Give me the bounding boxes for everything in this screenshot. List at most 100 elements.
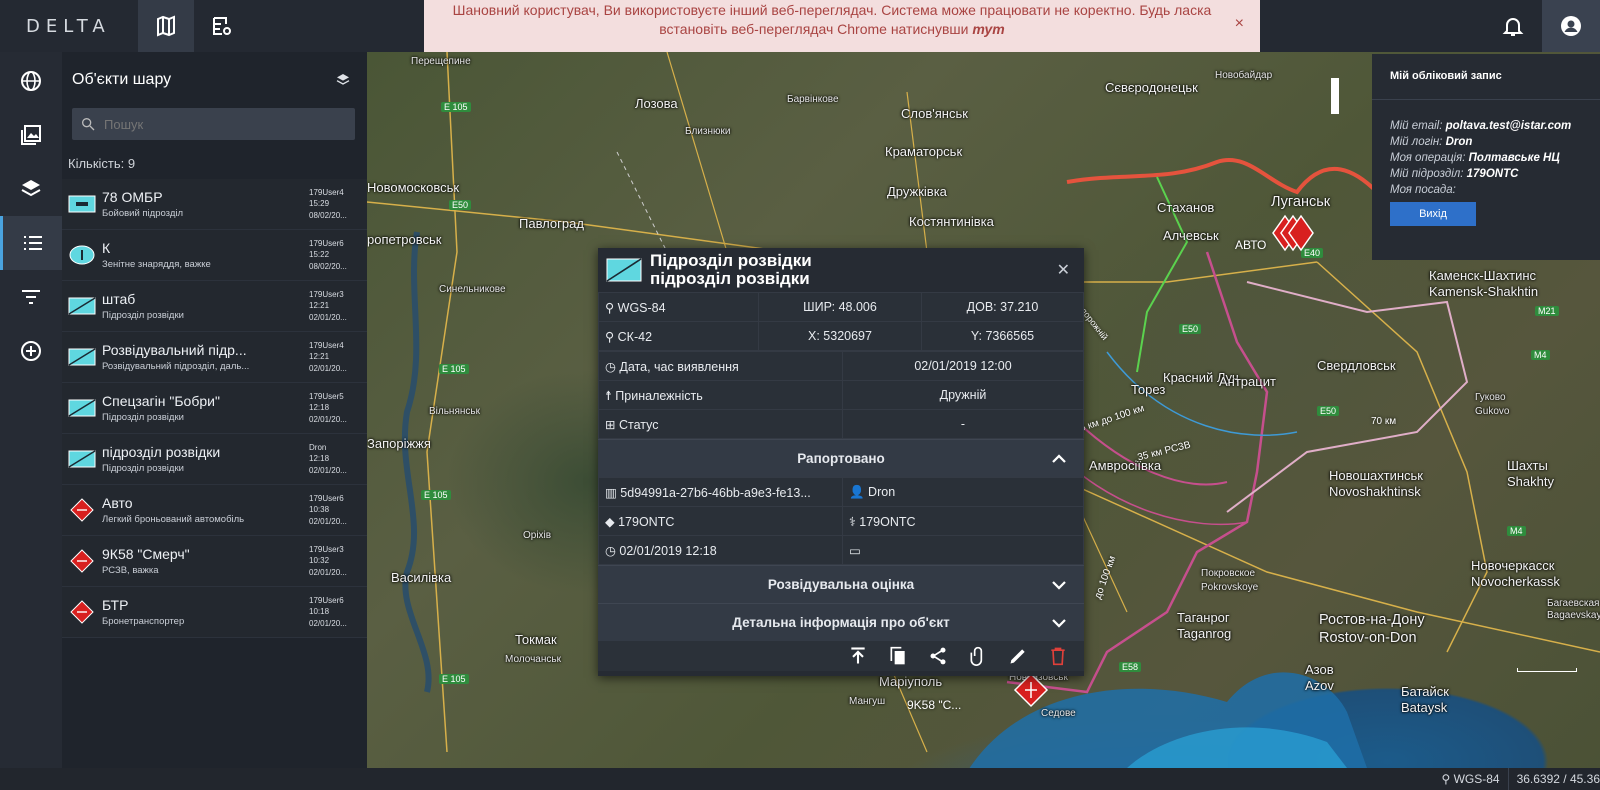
list-item-type: Бронетранспортер bbox=[102, 616, 185, 627]
email-value: poltava.test@istar.com bbox=[1445, 120, 1572, 132]
detection-date-label: Дата, час виявлення bbox=[619, 359, 739, 374]
recon-symbol-icon bbox=[62, 399, 102, 417]
close-popup-button[interactable]: ✕ bbox=[1057, 260, 1070, 280]
list-item[interactable]: 78 ОМБР Бойовий підрозділ 179User4 15:29… bbox=[62, 179, 367, 230]
layers-button[interactable] bbox=[0, 162, 62, 216]
upload-button[interactable] bbox=[848, 646, 868, 666]
list-item[interactable]: Спецзагін "Бобри" Підрозділ розвідки 179… bbox=[62, 383, 367, 434]
delete-button[interactable] bbox=[1048, 646, 1068, 666]
status-label: Статус bbox=[618, 417, 659, 432]
list-item-time: 12:18 bbox=[309, 454, 330, 464]
longitude-value: ДОВ: 37.210 bbox=[921, 292, 1084, 322]
images-button[interactable] bbox=[0, 108, 62, 162]
map-road-label: M4 bbox=[1531, 350, 1550, 360]
copy-button[interactable] bbox=[888, 646, 908, 666]
list-item[interactable]: Авто Легкий броньований автомобіль 179Us… bbox=[62, 485, 367, 536]
clock-icon: ◷ bbox=[605, 543, 620, 558]
map-city-label: Гуково bbox=[1475, 392, 1506, 403]
map-city-label: Антрацит bbox=[1219, 374, 1276, 389]
object-list-button[interactable] bbox=[0, 216, 62, 270]
filter-button[interactable] bbox=[0, 270, 62, 324]
map-city-label: Ростов-на-Дону bbox=[1319, 612, 1425, 628]
details-section-toggle[interactable]: Детальна інформація про об'єкт bbox=[598, 603, 1084, 641]
globe-button[interactable] bbox=[0, 54, 62, 108]
enemy-symbol-icon bbox=[62, 600, 102, 624]
panel-header: Об'єкти шару bbox=[62, 52, 367, 108]
map-road-label: E50 bbox=[449, 200, 472, 210]
attach-button[interactable] bbox=[968, 646, 988, 666]
map-city-label: Мангуш bbox=[849, 696, 886, 707]
list-item-type: Підрозділ розвідки bbox=[102, 310, 184, 321]
map-city-label: Каменск-Шахтинс bbox=[1429, 268, 1537, 283]
map-city-label: Свердловськ bbox=[1317, 358, 1396, 373]
list-item-user: Dron bbox=[309, 442, 327, 452]
map-city-label: Novoshakhtinsk bbox=[1329, 484, 1421, 499]
chevron-up-icon bbox=[1052, 454, 1066, 463]
list-item-date: 02/01/20... bbox=[309, 516, 347, 526]
map-city-label: Алчевськ bbox=[1163, 228, 1219, 243]
list-item[interactable]: підрозділ розвідки Підрозділ розвідки Dr… bbox=[62, 434, 367, 485]
list-item[interactable]: БТР Бронетранспортер 179User6 10:18 02/0… bbox=[62, 587, 367, 638]
search-box bbox=[72, 108, 355, 140]
list-item-name: штаб bbox=[102, 291, 136, 307]
close-warning-button[interactable]: × bbox=[1235, 14, 1244, 33]
list-item-date: 02/01/20... bbox=[309, 363, 347, 373]
list-item-type: РСЗВ, важка bbox=[102, 565, 159, 576]
add-button[interactable] bbox=[0, 324, 62, 378]
install-chrome-link[interactable]: тут bbox=[972, 21, 1004, 37]
top-right-controls bbox=[1484, 0, 1600, 52]
list-item-meta: 179User6 10:18 02/01/20... bbox=[309, 595, 367, 630]
map-button[interactable] bbox=[138, 0, 194, 52]
list-item-meta: 179User4 15:29 08/02/20... bbox=[309, 187, 367, 222]
list-item-time: 10:18 bbox=[309, 607, 330, 617]
location-pin-icon: ⚲ bbox=[605, 300, 618, 315]
logout-button[interactable]: Вихід bbox=[1390, 202, 1476, 226]
edit-button[interactable] bbox=[1008, 646, 1028, 666]
trash-icon bbox=[1051, 647, 1065, 666]
map-city-label: Taganrog bbox=[1177, 626, 1232, 641]
wgs-row: ⚲ WGS-84 ШИР: 48.006 ДОВ: 37.210 bbox=[598, 292, 1084, 322]
user-account-button[interactable] bbox=[1542, 0, 1600, 52]
reported-section-toggle[interactable]: Рапортовано bbox=[598, 439, 1084, 477]
list-item-user: 179User5 bbox=[309, 391, 344, 401]
list-item[interactable]: штаб Підрозділ розвідки 179User3 12:21 0… bbox=[62, 281, 367, 332]
account-dropdown: Мій обліковий запис Мій email: poltava.t… bbox=[1372, 54, 1600, 260]
hierarchy-icon: ⚕ bbox=[849, 514, 860, 529]
recon-symbol-icon bbox=[62, 297, 102, 315]
map-city-label: Новобайдар bbox=[1215, 70, 1273, 81]
map-settings-button[interactable] bbox=[194, 0, 250, 52]
recon-unit-symbol-icon bbox=[606, 258, 642, 282]
list-item[interactable]: К Зенітне знаряддя, важке 179User6 15:22… bbox=[62, 230, 367, 281]
list-item[interactable]: Розвідувальний підр... Розвідувальний пі… bbox=[62, 332, 367, 383]
unit-symbol-icon bbox=[62, 195, 102, 213]
map-icon bbox=[157, 15, 175, 37]
enemy-symbol-icon bbox=[62, 549, 102, 573]
map-city-label: Pokrovskoye bbox=[1201, 582, 1259, 593]
notifications-button[interactable] bbox=[1484, 0, 1542, 52]
search-input[interactable] bbox=[104, 116, 334, 132]
sk42-row: ⚲ СК-42 X: 5320697 Y: 7366565 bbox=[598, 321, 1084, 351]
list-item-date: 02/01/20... bbox=[309, 312, 347, 322]
map-control-bar[interactable] bbox=[1331, 78, 1339, 114]
assessment-section-toggle[interactable]: Розвідувальна оцінка bbox=[598, 565, 1084, 603]
map-city-label: Молочанськ bbox=[505, 654, 561, 665]
layers-stack-icon[interactable] bbox=[335, 72, 351, 88]
object-details-popup: Підрозділ розвідки підрозділ розвідки ✕ … bbox=[598, 248, 1084, 676]
map-city-label: Торез bbox=[1131, 382, 1166, 397]
list-item-text: Авто Легкий броньований автомобіль bbox=[102, 495, 309, 525]
list-item-meta: 179User3 10:32 02/01/20... bbox=[309, 544, 367, 579]
map-city-label: Покровское bbox=[1201, 568, 1256, 579]
crs-value[interactable]: WGS-84 bbox=[1454, 772, 1500, 786]
user-small-icon: 👤 bbox=[849, 484, 869, 499]
enemy-marker-cluster[interactable] bbox=[1271, 214, 1319, 252]
smerch-marker[interactable] bbox=[1013, 672, 1049, 708]
list-item-date: 02/01/20... bbox=[309, 414, 347, 424]
list-item-meta: 179User6 15:22 08/02/20... bbox=[309, 238, 367, 273]
share-button[interactable] bbox=[928, 646, 948, 666]
reported-section-title: Рапортовано bbox=[797, 451, 885, 466]
sk42-label: СК-42 bbox=[617, 329, 653, 344]
list-item-name: 9К58 "Смерч" bbox=[102, 546, 190, 562]
list-item[interactable]: 9К58 "Смерч" РСЗВ, важка 179User3 10:32 … bbox=[62, 536, 367, 587]
layers-small-icon: ◆ bbox=[605, 514, 619, 529]
list-item-text: 9К58 "Смерч" РСЗВ, важка bbox=[102, 546, 309, 576]
